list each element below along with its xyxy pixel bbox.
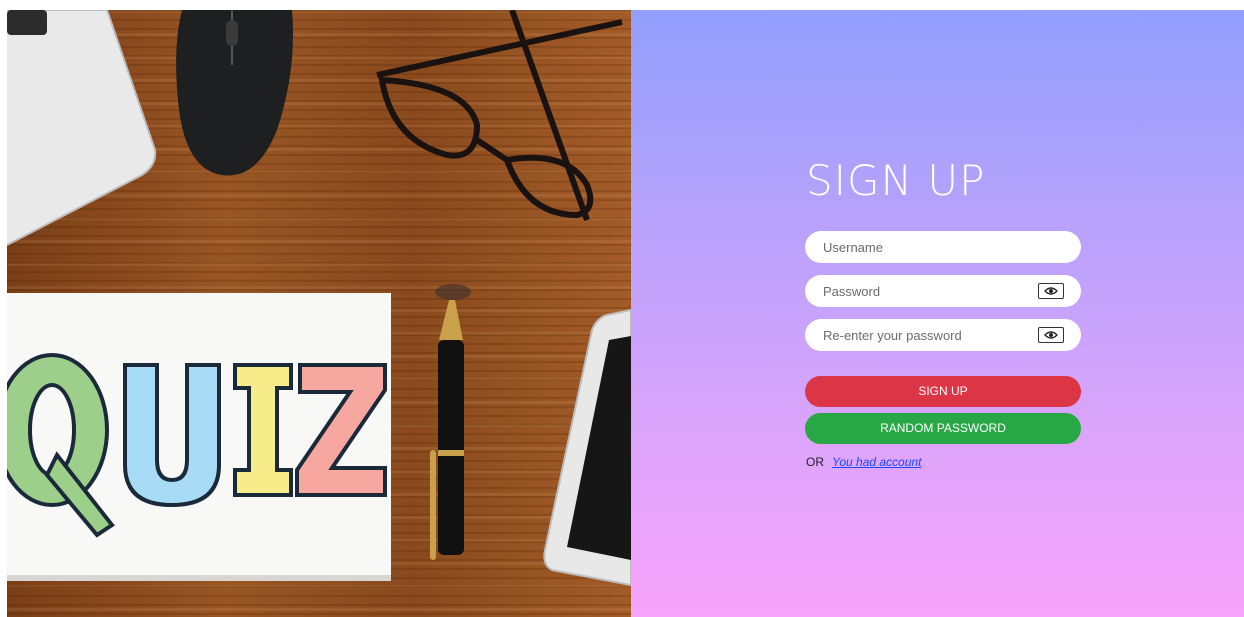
login-prompt: OR You had account [806,455,921,469]
pen-shape [430,284,471,560]
quiz-desk-illustration [7,10,631,587]
glasses-shape [376,10,623,222]
signup-panel: SIGN UP SIGN UP RANDOM PASSWORD OR You ha… [631,10,1244,617]
mouse-shape [176,10,293,176]
signup-button[interactable]: SIGN UP [805,376,1081,407]
quiz-card [7,293,391,581]
page-title: SIGN UP [806,156,986,205]
phone-shape [543,308,631,587]
eye-icon [1044,287,1058,295]
username-input[interactable] [805,231,1035,263]
reenter-password-input[interactable] [805,319,1035,351]
reenter-password-field-wrapper [805,319,1081,351]
show-password-toggle[interactable] [1038,283,1064,299]
username-field-wrapper [805,231,1081,263]
eye-icon [1044,331,1058,339]
hero-image [7,10,631,617]
password-input[interactable] [805,275,1035,307]
login-link[interactable]: You had account [832,455,921,469]
password-field-wrapper [805,275,1081,307]
show-reenter-password-toggle[interactable] [1038,327,1064,343]
laptop-shape [7,10,157,246]
random-password-button[interactable]: RANDOM PASSWORD [805,413,1081,444]
or-label: OR [806,455,824,469]
